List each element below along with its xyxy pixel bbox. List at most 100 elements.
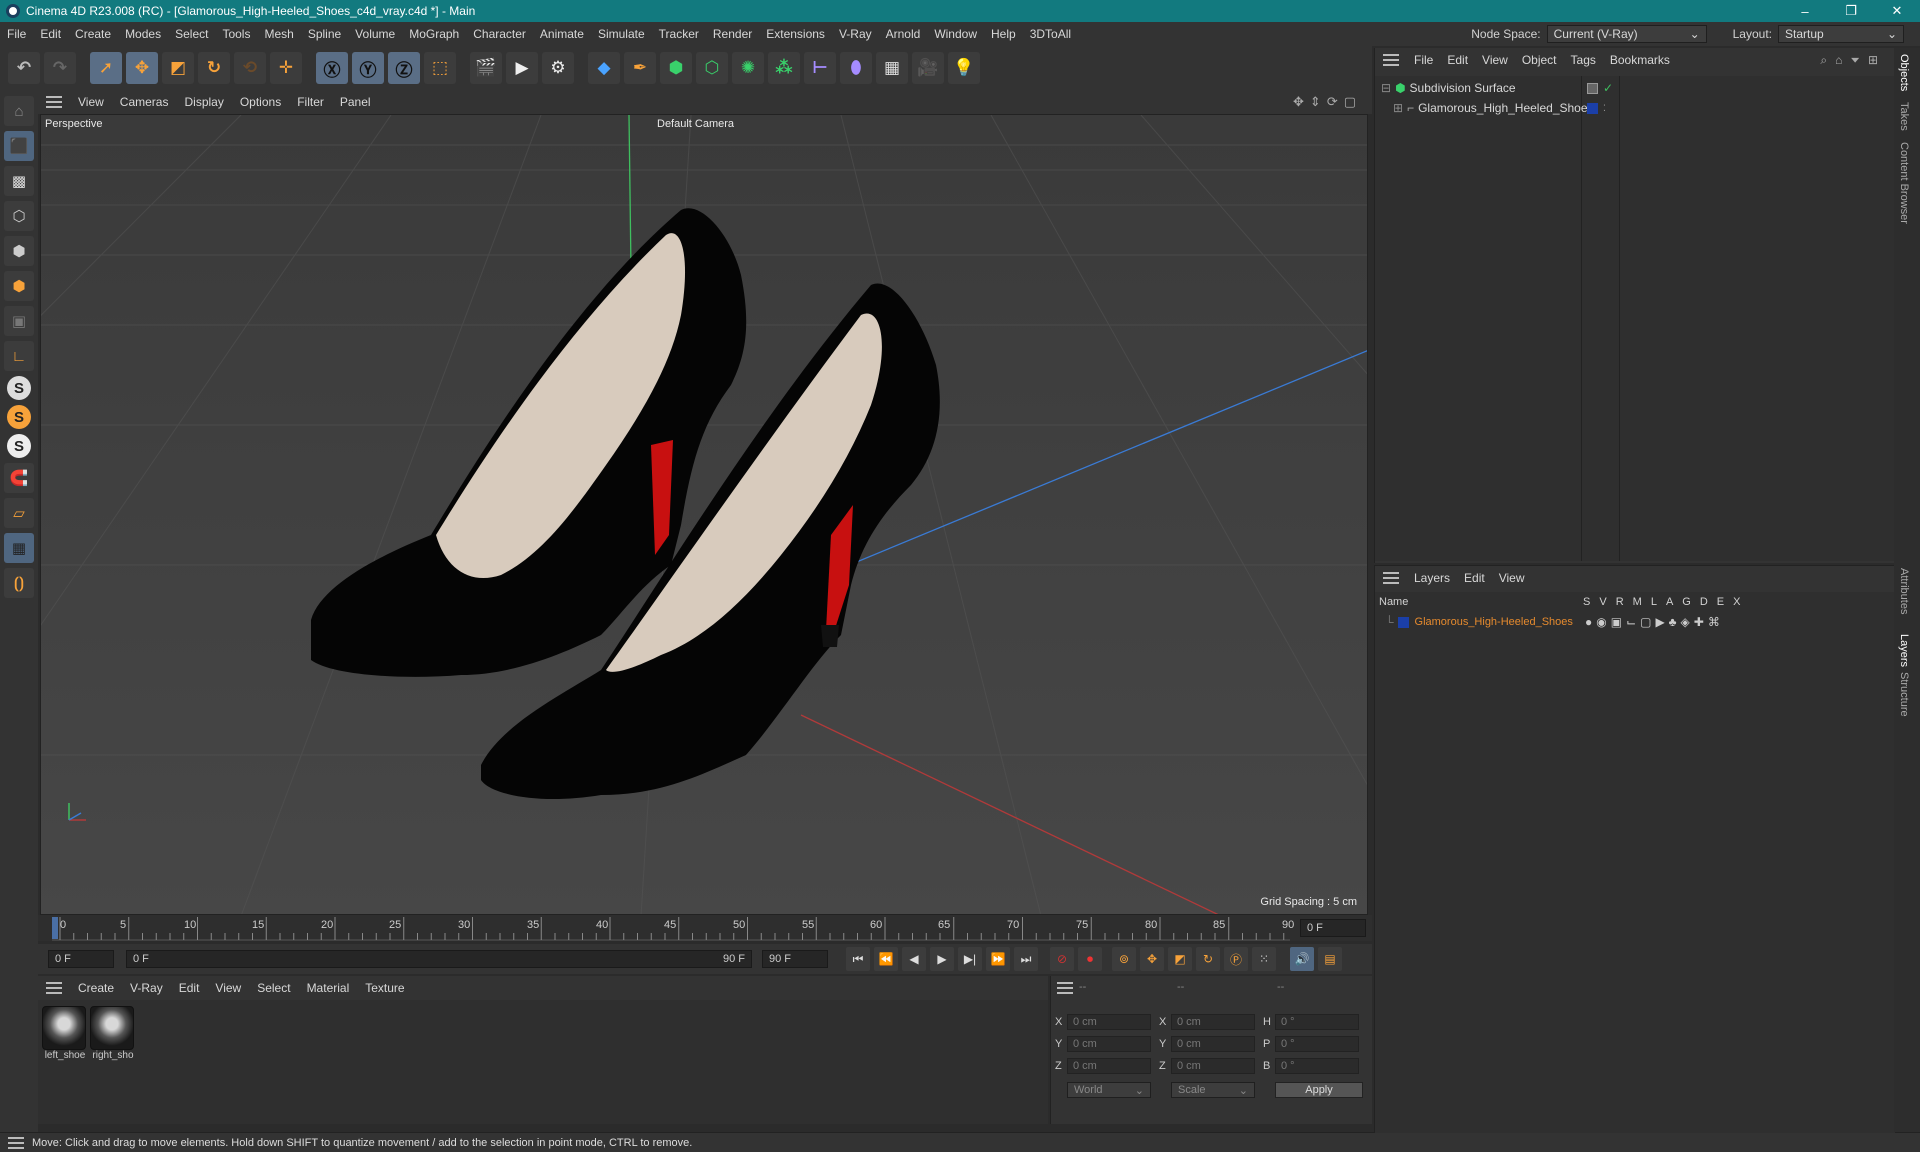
- layer-menu-edit[interactable]: Edit: [1457, 571, 1492, 585]
- recent-tool-icon[interactable]: ⟲: [234, 52, 266, 84]
- menu-help[interactable]: Help: [984, 27, 1023, 41]
- redo-icon[interactable]: ↷: [44, 52, 76, 84]
- key-rotation-icon[interactable]: ↻: [1196, 947, 1220, 971]
- menu-arnold[interactable]: Arnold: [879, 27, 928, 41]
- object-row-shoes[interactable]: ⊞ ⌐ Glamorous_High_Heeled_Shoes ⁚: [1375, 98, 1895, 118]
- coord-pos-z-input[interactable]: 0 cm: [1067, 1058, 1151, 1074]
- layer-toggle-icons[interactable]: ●◉▣⌙▢▶♣◈✚⌘: [1585, 615, 1724, 629]
- move-tool-icon[interactable]: ✥: [126, 52, 158, 84]
- edges-mode-icon[interactable]: ⬢: [4, 236, 34, 266]
- viewport-menu-view[interactable]: View: [70, 95, 112, 109]
- menu-character[interactable]: Character: [466, 27, 533, 41]
- snap-icon[interactable]: 🧲: [4, 463, 34, 493]
- enabled-check-icon[interactable]: ✓: [1603, 81, 1613, 95]
- object-menu-bookmarks[interactable]: Bookmarks: [1603, 53, 1677, 67]
- menu-file[interactable]: File: [0, 27, 33, 41]
- field-icon[interactable]: ⬮: [840, 52, 872, 84]
- camera-icon[interactable]: 🎥: [912, 52, 944, 84]
- material-menu-edit[interactable]: Edit: [171, 981, 208, 995]
- hamburger-menu-icon[interactable]: [1057, 982, 1073, 994]
- current-frame-field[interactable]: 0 F: [1300, 919, 1366, 937]
- coord-rot-h-input[interactable]: 0 °: [1275, 1014, 1359, 1030]
- render-picture-viewer-icon[interactable]: ▶: [506, 52, 538, 84]
- viewport-nav-icons[interactable]: ✥⇕⟳▢: [1293, 94, 1362, 110]
- 3d-viewport[interactable]: Perspective Default Camera Grid Spacing …: [40, 114, 1368, 915]
- side-tab-takes[interactable]: Takes: [1898, 102, 1910, 131]
- planar-workplane-icon[interactable]: ⟮⟯: [4, 568, 34, 598]
- minimize-button[interactable]: –: [1782, 0, 1828, 22]
- expand-icon[interactable]: ⊞: [1393, 101, 1403, 115]
- layout-dropdown[interactable]: Startup ⌄: [1778, 25, 1904, 43]
- menu-vray[interactable]: V-Ray: [832, 27, 879, 41]
- menu-3dtoall[interactable]: 3DToAll: [1023, 27, 1078, 41]
- node-space-dropdown[interactable]: Current (V-Ray) ⌄: [1546, 25, 1707, 43]
- z-axis-icon[interactable]: Ⓩ: [388, 52, 420, 84]
- polygons-mode-icon[interactable]: ⬢: [4, 271, 34, 301]
- layer-color-swatch[interactable]: [1587, 102, 1598, 114]
- coord-rot-p-input[interactable]: 0 °: [1275, 1036, 1359, 1052]
- material-menu-create[interactable]: Create: [70, 981, 122, 995]
- deformer-icon[interactable]: ⊢: [804, 52, 836, 84]
- points-mode-icon[interactable]: ⬡: [4, 201, 34, 231]
- menu-mesh[interactable]: Mesh: [257, 27, 300, 41]
- close-button[interactable]: ✕: [1874, 0, 1920, 22]
- frame-range-slider[interactable]: 0 F 90 F: [126, 950, 752, 968]
- key-pla-icon[interactable]: ⁙: [1252, 947, 1276, 971]
- object-menu-file[interactable]: File: [1407, 53, 1440, 67]
- solo-hierarchy-icon[interactable]: S: [7, 405, 31, 429]
- layer-name[interactable]: Glamorous_High-Heeled_Shoes: [1415, 616, 1573, 628]
- viewport-menu-filter[interactable]: Filter: [289, 95, 332, 109]
- viewport-menu-options[interactable]: Options: [232, 95, 289, 109]
- next-key-icon[interactable]: ⏩: [986, 947, 1010, 971]
- menu-animate[interactable]: Animate: [533, 27, 591, 41]
- select-tool-icon[interactable]: ➚: [90, 52, 122, 84]
- pen-spline-icon[interactable]: ✒: [624, 52, 656, 84]
- menu-window[interactable]: Window: [927, 27, 984, 41]
- play-icon[interactable]: ▶: [930, 947, 954, 971]
- scale-tool-icon[interactable]: ◩: [162, 52, 194, 84]
- object-manager-tools-icons[interactable]: ⌕⌂⏷⊞: [1820, 53, 1886, 68]
- record-off-icon[interactable]: ⊘: [1050, 947, 1074, 971]
- menu-tools[interactable]: Tools: [215, 27, 257, 41]
- object-menu-tags[interactable]: Tags: [1564, 53, 1603, 67]
- texture-mode-icon[interactable]: ▩: [4, 166, 34, 196]
- hamburger-menu-icon[interactable]: [46, 982, 62, 994]
- object-menu-view[interactable]: View: [1475, 53, 1515, 67]
- coord-size-y-input[interactable]: 0 cm: [1171, 1036, 1255, 1052]
- render-view-icon[interactable]: 🎬: [470, 52, 502, 84]
- x-axis-icon[interactable]: Ⓧ: [316, 52, 348, 84]
- locked-workplane-icon[interactable]: ▦: [4, 533, 34, 563]
- object-row-subdivision-surface[interactable]: ⊟ ⬢ Subdivision Surface ✓: [1375, 78, 1895, 98]
- hamburger-menu-icon[interactable]: [1383, 572, 1399, 584]
- viewport-menu-cameras[interactable]: Cameras: [112, 95, 177, 109]
- layer-menu-view[interactable]: View: [1492, 571, 1532, 585]
- solo-off-icon[interactable]: S: [7, 434, 31, 458]
- floor-icon[interactable]: ▦: [876, 52, 908, 84]
- expand-icon[interactable]: ⊟: [1381, 81, 1391, 95]
- menu-render[interactable]: Render: [706, 27, 759, 41]
- cloner-icon[interactable]: ✺: [732, 52, 764, 84]
- side-tab-objects[interactable]: Objects: [1898, 54, 1910, 91]
- side-tab-structure[interactable]: Structure: [1898, 672, 1910, 717]
- autokey-icon[interactable]: ⏺: [1078, 947, 1102, 971]
- coordinate-tool-icon[interactable]: ✛: [270, 52, 302, 84]
- menu-simulate[interactable]: Simulate: [591, 27, 652, 41]
- go-to-end-icon[interactable]: ⏭: [1014, 947, 1038, 971]
- end-frame-field[interactable]: 90 F: [762, 950, 828, 968]
- menu-extensions[interactable]: Extensions: [759, 27, 832, 41]
- viewport-menu-panel[interactable]: Panel: [332, 95, 379, 109]
- next-frame-icon[interactable]: ▶|: [958, 947, 982, 971]
- layer-menu-layers[interactable]: Layers: [1407, 571, 1457, 585]
- side-tab-layers[interactable]: Layers: [1898, 634, 1910, 667]
- cube-icon[interactable]: ◆: [588, 52, 620, 84]
- layer-swatch[interactable]: [1587, 82, 1598, 94]
- menu-select[interactable]: Select: [168, 27, 215, 41]
- coord-size-x-input[interactable]: 0 cm: [1171, 1014, 1255, 1030]
- layer-color-swatch[interactable]: [1397, 616, 1409, 628]
- material-menu-texture[interactable]: Texture: [357, 981, 412, 995]
- menu-modes[interactable]: Modes: [118, 27, 168, 41]
- restore-button[interactable]: ❐: [1828, 0, 1874, 22]
- undo-icon[interactable]: ↶: [8, 52, 40, 84]
- side-tab-content-browser[interactable]: Content Browser: [1898, 142, 1910, 224]
- menu-create[interactable]: Create: [68, 27, 118, 41]
